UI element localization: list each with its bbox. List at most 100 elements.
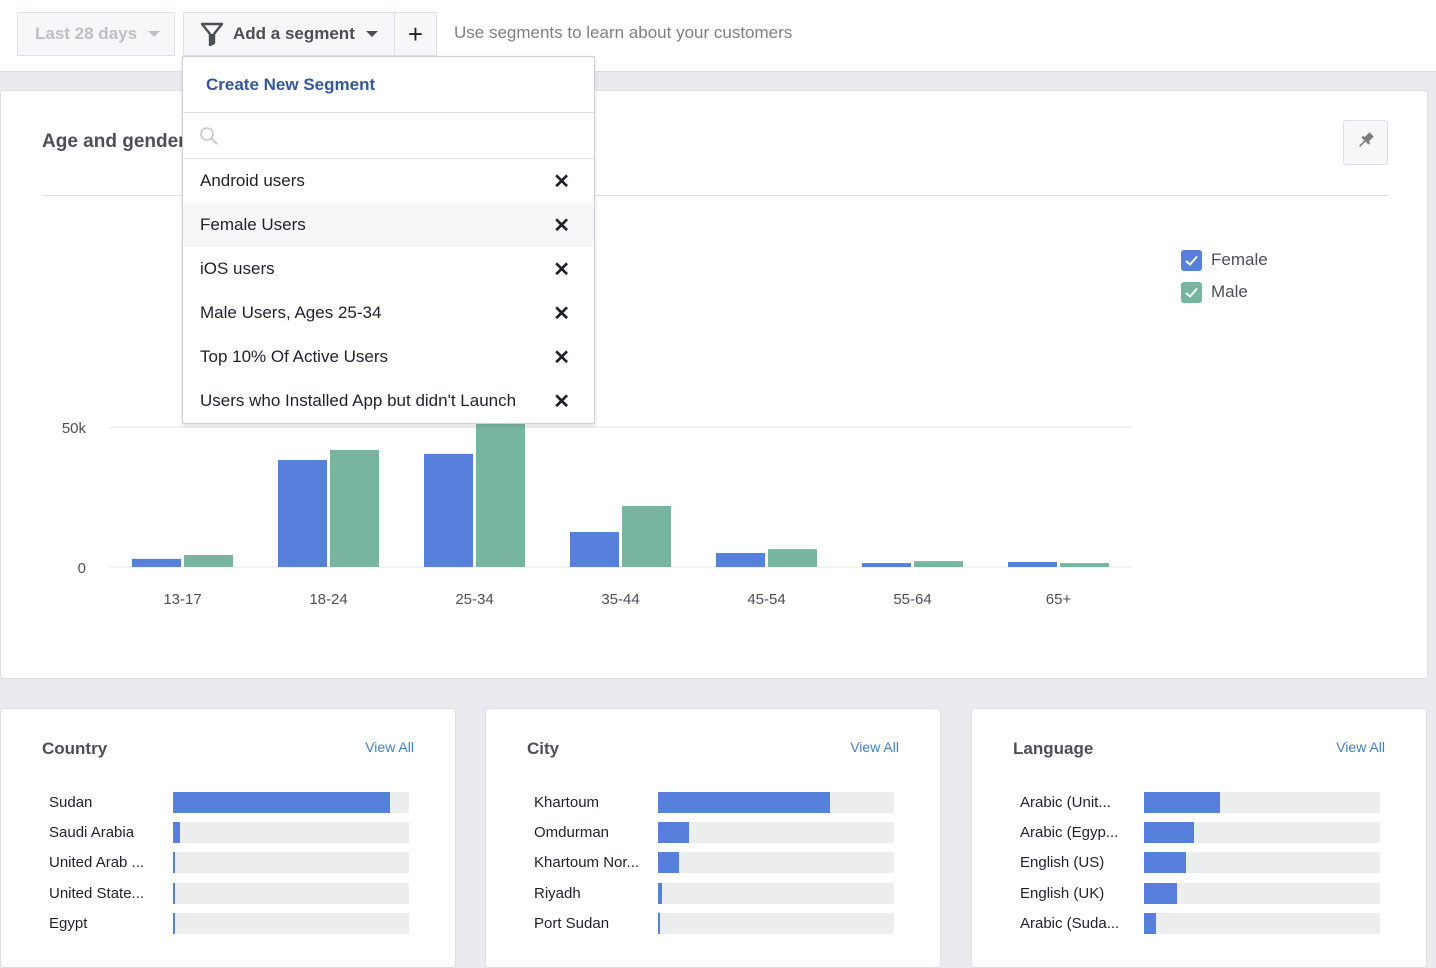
- breakdown-row: Sudan: [49, 787, 409, 817]
- row-label: Arabic (Suda...: [1020, 915, 1120, 933]
- breakdown-row: Riyadh: [534, 878, 894, 908]
- row-label: United State...: [49, 884, 145, 902]
- checkbox-icon[interactable]: [1181, 281, 1202, 303]
- chart-legend: Female Male: [1181, 244, 1268, 308]
- add-segment-dropdown[interactable]: Add a segment: [183, 12, 395, 56]
- bar-track: [1144, 882, 1380, 904]
- row-label: Port Sudan: [534, 915, 610, 933]
- bar-fill: [173, 791, 391, 813]
- view-all-link[interactable]: View All: [365, 739, 414, 755]
- breakdown-row: English (UK): [1020, 878, 1380, 908]
- bar-track: [658, 852, 894, 874]
- segment-item[interactable]: Users who Installed App but didn't Launc…: [183, 379, 594, 423]
- row-label: Sudan: [49, 793, 93, 811]
- bar-track: [658, 882, 894, 904]
- row-label: Arabic (Unit...: [1020, 793, 1111, 811]
- breakdown-row: Khartoum Nor...: [534, 848, 894, 878]
- segment-item-label: iOS users: [200, 259, 275, 278]
- breakdown-row: Arabic (Unit...: [1020, 787, 1380, 817]
- add-segment-label: Add a segment: [233, 24, 355, 43]
- row-label: Saudi Arabia: [49, 824, 135, 842]
- segment-item[interactable]: Male Users, Ages 25-34 ✕: [183, 291, 594, 335]
- breakdown-rows: Arabic (Unit... Arabic (Egyp... English (U…: [1020, 787, 1380, 939]
- bar-fill: [658, 791, 831, 813]
- breakdown-row: Port Sudan: [534, 909, 894, 939]
- bar-fill: [1144, 822, 1194, 844]
- segment-hint: Use segments to learn about your custome…: [454, 23, 793, 42]
- segment-item[interactable]: Android users ✕: [183, 159, 594, 203]
- date-range-label: Last 28 days: [35, 24, 138, 43]
- bar-fill: [1144, 852, 1187, 874]
- row-label: English (UK): [1020, 884, 1105, 902]
- bar-track: [1144, 791, 1380, 813]
- bar-fill: [1144, 913, 1156, 935]
- bar-fill: [658, 913, 661, 935]
- chevron-down-icon: [365, 31, 378, 37]
- card-title: Age and gender: [42, 131, 186, 152]
- view-all-link[interactable]: View All: [850, 739, 899, 755]
- search-icon: [199, 126, 219, 146]
- view-all-link[interactable]: View All: [1336, 739, 1385, 755]
- breakdown-row: Khartoum: [534, 787, 894, 817]
- pin-button[interactable]: [1343, 120, 1388, 165]
- breakdown-row: Egypt: [49, 909, 409, 939]
- breakdown-row: English (US): [1020, 848, 1380, 878]
- segment-item-label: Android users: [200, 171, 305, 190]
- bar-fill: [1144, 791, 1220, 813]
- legend-label: Male: [1211, 282, 1248, 301]
- breakdown-rows: Khartoum Omdurman Khartoum Nor... Riyadh Por…: [534, 787, 894, 939]
- close-icon[interactable]: ✕: [553, 345, 570, 370]
- breakdown-rows: Sudan Saudi Arabia United Arab ... United S…: [49, 787, 409, 939]
- create-new-segment-link[interactable]: Create New Segment: [183, 57, 594, 113]
- close-icon[interactable]: ✕: [553, 257, 570, 282]
- segment-item[interactable]: Female Users ✕: [183, 203, 594, 247]
- segment-search[interactable]: [183, 113, 594, 159]
- segment-item[interactable]: iOS users ✕: [183, 247, 594, 291]
- bar-fill: [173, 913, 175, 935]
- segment-item-label: Male Users, Ages 25-34: [200, 303, 382, 322]
- filter-icon: [201, 22, 223, 46]
- segment-search-input[interactable]: [227, 120, 577, 151]
- row-label: Riyadh: [534, 884, 581, 902]
- close-icon[interactable]: ✕: [553, 169, 570, 194]
- bar-track: [1144, 852, 1380, 874]
- bar-track: [1144, 822, 1380, 844]
- language-card: Language View All Arabic (Unit... Arabic …: [971, 708, 1427, 968]
- breakdown-row: Arabic (Suda...: [1020, 909, 1380, 939]
- segment-item[interactable]: Top 10% Of Active Users ✕: [183, 335, 594, 379]
- bar-track: [173, 852, 409, 874]
- bar-track: [658, 913, 894, 935]
- segment-item-label: Users who Installed App but didn't Launc…: [200, 391, 517, 410]
- legend-item-female[interactable]: Female: [1181, 244, 1268, 276]
- add-button[interactable]: +: [394, 12, 437, 56]
- date-range-dropdown[interactable]: Last 28 days: [17, 12, 175, 56]
- legend-item-male[interactable]: Male: [1181, 276, 1268, 308]
- close-icon[interactable]: ✕: [553, 389, 570, 414]
- city-card: City View All Khartoum Omdurman Khartoum N…: [485, 708, 941, 968]
- segment-list: Android users ✕ Female Users ✕ iOS users ✕ Mal…: [183, 159, 594, 423]
- breakdown-row: Arabic (Egyp...: [1020, 817, 1380, 847]
- bar-track: [173, 791, 409, 813]
- card-title: Country: [42, 739, 108, 758]
- bar-fill: [658, 882, 662, 904]
- row-label: Khartoum Nor...: [534, 854, 640, 872]
- card-title: Language: [1013, 739, 1094, 758]
- segment-item-label: Female Users: [200, 215, 306, 234]
- legend-label: Female: [1211, 250, 1268, 269]
- bar-track: [173, 882, 409, 904]
- bar-fill: [1144, 882, 1178, 904]
- close-icon[interactable]: ✕: [553, 213, 570, 238]
- bar-track: [658, 791, 894, 813]
- breakdown-row: Saudi Arabia: [49, 817, 409, 847]
- bar-fill: [173, 852, 176, 874]
- row-label: Arabic (Egyp...: [1020, 824, 1119, 842]
- bar-track: [658, 822, 894, 844]
- close-icon[interactable]: ✕: [553, 301, 570, 326]
- breakdown-row: United Arab ...: [49, 848, 409, 878]
- bar-track: [173, 822, 409, 844]
- bar-fill: [658, 822, 689, 844]
- segment-item-label: Top 10% Of Active Users: [200, 347, 389, 366]
- bar-track: [173, 913, 409, 935]
- checkbox-icon[interactable]: [1181, 249, 1202, 271]
- pin-icon: [1356, 130, 1376, 155]
